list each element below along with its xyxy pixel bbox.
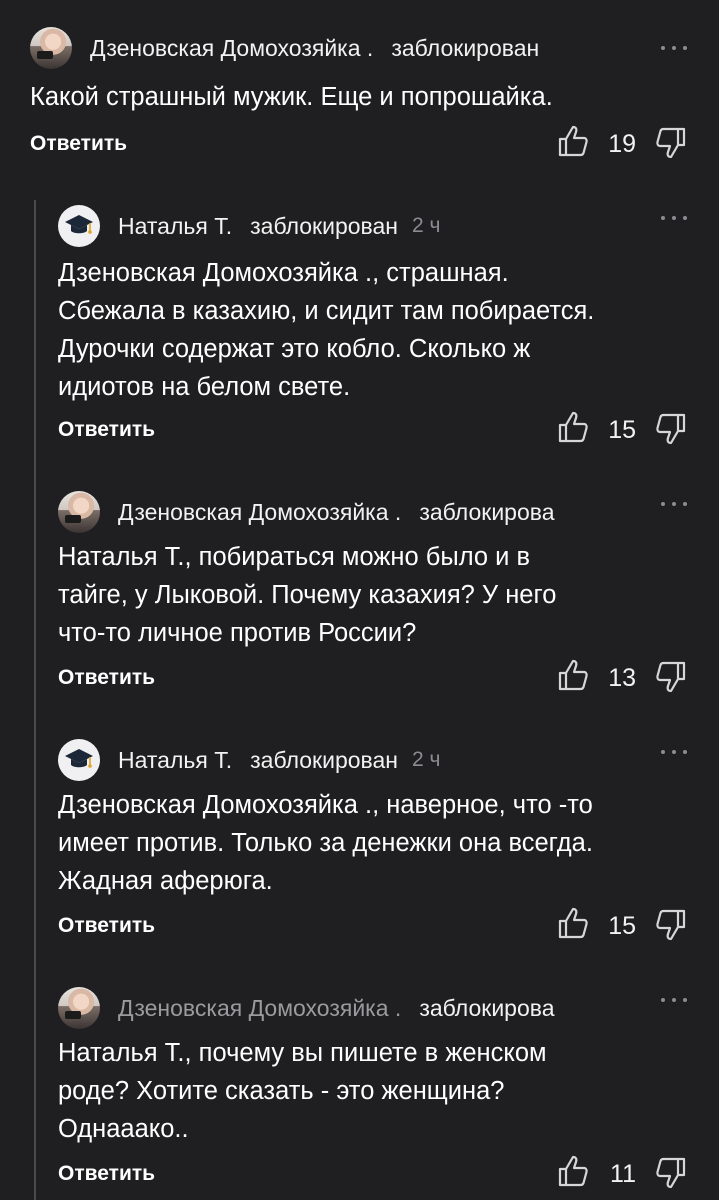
comment-header: Дзеновская Домохозяйка . заблокирова [58,490,555,534]
thumbs-up-icon[interactable] [556,658,590,692]
comment-text: Наталья Т., побираться можно было и в та… [58,543,557,647]
reply-button[interactable]: Ответить [58,914,155,938]
author-name[interactable]: Дзеновская Домохозяйка . [118,499,401,526]
like-count: 13 [608,664,636,692]
comment-header: Наталья Т. заблокирован 2 ч [58,738,440,782]
thumbs-up-icon[interactable] [556,906,590,940]
avatar[interactable] [58,205,100,247]
thumbs-down-icon[interactable] [654,1156,688,1190]
thumbs-down-icon[interactable] [654,126,688,160]
timestamp: 2 ч [412,214,441,237]
comment-text: Какой страшный мужик. Еще и попрошайка. [30,83,553,111]
like-count: 19 [608,130,636,158]
avatar[interactable] [58,491,100,533]
like-count: 15 [608,416,636,444]
graduation-cap-icon [65,215,93,234]
thumbs-up-icon[interactable] [556,1154,590,1188]
like-count: 11 [610,1160,636,1188]
thumbs-down-icon[interactable] [654,908,688,942]
comment-text: Дзеновская Домохозяйка ., наверное, что … [58,791,593,895]
graduation-cap-icon [65,749,93,768]
comment-header: Дзеновская Домохозяйка . заблокирован [30,26,539,70]
thread-line [34,200,36,1200]
more-options-icon[interactable] [661,748,687,756]
more-options-icon[interactable] [661,500,687,508]
author-name[interactable]: Дзеновская Домохозяйка . [90,35,373,62]
thumbs-up-icon[interactable] [556,124,590,158]
more-options-icon[interactable] [661,44,687,52]
author-name[interactable]: Наталья Т. [118,747,232,774]
status-label: заблокирова [419,498,555,525]
thumbs-down-icon[interactable] [654,412,688,446]
status-label: заблокирован [391,34,540,61]
comment-text: Наталья Т., почему вы пишете в женском р… [58,1039,547,1143]
status-label: заблокирован [250,212,399,239]
like-count: 15 [608,912,636,940]
reply-button[interactable]: Ответить [30,132,127,156]
reply-button[interactable]: Ответить [58,666,155,690]
avatar[interactable] [58,987,100,1029]
status-label: заблокирован [250,746,399,773]
comment-header: Наталья Т. заблокирован 2 ч [58,204,440,248]
thumbs-down-icon[interactable] [654,660,688,694]
comment-header: Дзеновская Домохозяйка . заблокирова [58,986,555,1030]
thumbs-up-icon[interactable] [556,410,590,444]
author-name[interactable]: Наталья Т. [118,213,232,240]
status-label: заблокирова [419,994,555,1021]
more-options-icon[interactable] [661,996,687,1004]
timestamp: 2 ч [412,748,441,771]
reply-button[interactable]: Ответить [58,418,155,442]
reply-button[interactable]: Ответить [58,1162,155,1186]
avatar[interactable] [58,739,100,781]
author-name[interactable]: Дзеновская Домохозяйка . [118,995,401,1022]
avatar[interactable] [30,27,72,69]
more-options-icon[interactable] [661,214,687,222]
comment-text: Дзеновская Домохозяйка ., страшная. Сбеж… [58,259,595,401]
